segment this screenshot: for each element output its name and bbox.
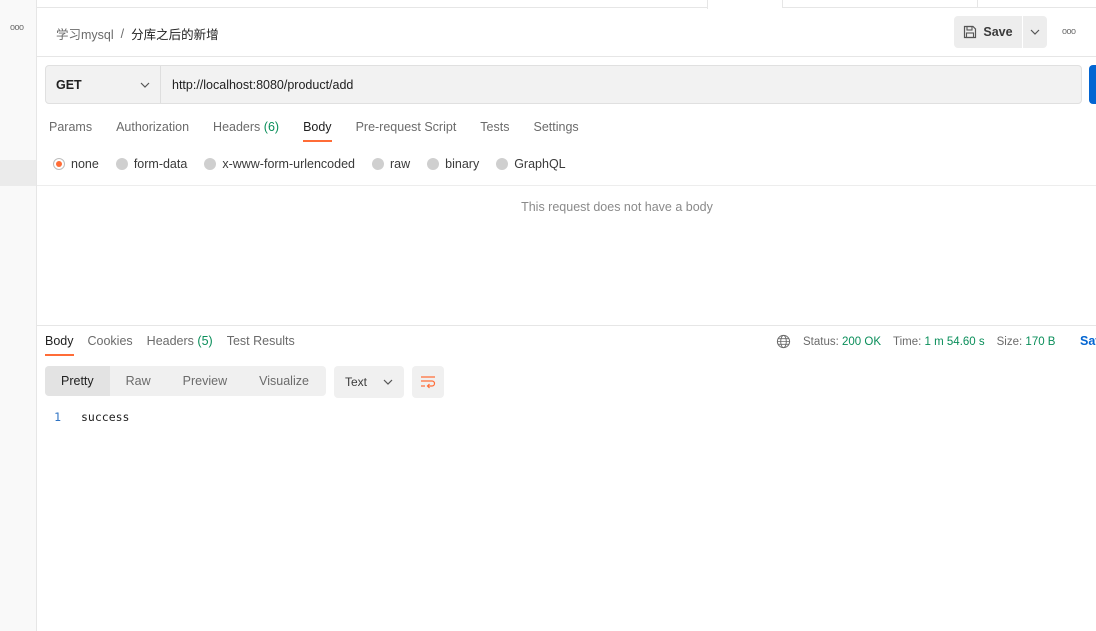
request-tab[interactable] bbox=[782, 0, 977, 8]
radio-icon bbox=[204, 158, 217, 170]
method-label: GET bbox=[56, 77, 82, 92]
save-options-button[interactable] bbox=[1023, 16, 1047, 48]
wrap-lines-icon bbox=[421, 376, 436, 389]
response-tab-cookies[interactable]: Cookies bbox=[88, 334, 133, 356]
radio-icon bbox=[427, 158, 440, 170]
size-readout[interactable]: Size: 170 B bbox=[997, 336, 1056, 348]
more-options-icon[interactable]: ooo bbox=[1062, 26, 1076, 36]
request-tab[interactable] bbox=[977, 0, 1096, 8]
tab-authorization[interactable]: Authorization bbox=[116, 120, 189, 142]
method-select[interactable]: GET bbox=[46, 66, 161, 103]
tab-tests[interactable]: Tests bbox=[480, 120, 509, 142]
radio-form-data[interactable]: form-data bbox=[115, 157, 187, 171]
view-pretty[interactable]: Pretty bbox=[45, 366, 110, 396]
radio-checked-icon bbox=[53, 158, 65, 170]
radio-binary[interactable]: binary bbox=[427, 157, 479, 171]
response-code-line: 1 success bbox=[45, 410, 129, 424]
request-tabs: Params Authorization Headers (6) Body Pr… bbox=[49, 120, 603, 142]
response-meta: Status: 200 OK Time: 1 m 54.60 s Size: 1… bbox=[776, 334, 1067, 349]
chevron-down-icon bbox=[383, 379, 393, 385]
save-button[interactable]: Save bbox=[954, 16, 1022, 48]
breadcrumb-collection[interactable]: 学习mysql bbox=[56, 24, 114, 43]
headers-count: (6) bbox=[263, 120, 280, 134]
radio-graphql[interactable]: GraphQL bbox=[496, 157, 566, 171]
save-icon bbox=[964, 25, 977, 39]
no-body-message-row: This request does not have a body bbox=[37, 200, 1096, 214]
tab-settings[interactable]: Settings bbox=[533, 120, 578, 142]
tab-body[interactable]: Body bbox=[303, 120, 332, 142]
no-body-message: This request does not have a body bbox=[521, 200, 713, 214]
radio-icon bbox=[496, 158, 509, 170]
chevron-down-icon bbox=[140, 82, 150, 88]
radio-icon bbox=[372, 158, 384, 170]
breadcrumb-separator: / bbox=[120, 26, 125, 41]
body-divider bbox=[37, 185, 1096, 186]
url-bar: GET http://localhost:8080/product/add bbox=[45, 65, 1082, 104]
tab-pre-request-script[interactable]: Pre-request Script bbox=[356, 120, 457, 142]
breadcrumb-request-name[interactable]: 分库之后的新增 bbox=[131, 24, 219, 43]
format-label: Text bbox=[345, 375, 368, 389]
response-tab-body[interactable]: Body bbox=[45, 334, 74, 356]
postman-window: ooo 学习mysql / 分库之后的新增 Save ooo GET http:… bbox=[0, 0, 1096, 631]
send-button[interactable] bbox=[1089, 65, 1096, 104]
radio-none[interactable]: none bbox=[53, 157, 99, 171]
globe-icon[interactable] bbox=[776, 334, 791, 349]
tab-headers[interactable]: Headers (6) bbox=[213, 120, 279, 142]
view-visualize[interactable]: Visualize bbox=[243, 366, 325, 396]
response-view-tabs: Pretty Raw Preview Visualize bbox=[45, 366, 326, 396]
chevron-down-icon bbox=[1030, 29, 1040, 35]
save-response-button[interactable]: Sav bbox=[1080, 334, 1096, 348]
radio-raw[interactable]: raw bbox=[372, 157, 410, 171]
response-tab-test-results[interactable]: Test Results bbox=[227, 334, 295, 356]
radio-icon bbox=[115, 158, 128, 170]
response-tab-headers[interactable]: Headers (5) bbox=[147, 334, 213, 356]
breadcrumb: 学习mysql / 分库之后的新增 bbox=[56, 24, 219, 43]
url-input[interactable]: http://localhost:8080/product/add bbox=[161, 66, 1081, 103]
response-text: success bbox=[81, 410, 130, 424]
tab-params[interactable]: Params bbox=[49, 120, 92, 142]
view-raw[interactable]: Raw bbox=[110, 366, 167, 396]
wrap-lines-button[interactable] bbox=[412, 366, 444, 398]
status-readout[interactable]: Status: 200 OK bbox=[803, 336, 881, 348]
response-tabs: Body Cookies Headers (5) Test Results bbox=[45, 334, 309, 356]
body-type-radios: none form-data x-www-form-urlencoded raw… bbox=[53, 157, 583, 171]
response-headers-count: (5) bbox=[197, 334, 213, 348]
response-divider[interactable] bbox=[37, 325, 1096, 326]
request-tab-active[interactable] bbox=[707, 0, 782, 9]
radio-urlencoded[interactable]: x-www-form-urlencoded bbox=[204, 157, 355, 171]
header-divider bbox=[37, 56, 1096, 57]
save-button-label: Save bbox=[983, 25, 1013, 39]
view-preview[interactable]: Preview bbox=[167, 366, 243, 396]
time-readout[interactable]: Time: 1 m 54.60 s bbox=[893, 336, 985, 348]
line-number: 1 bbox=[54, 410, 61, 424]
request-tab-strip bbox=[37, 0, 1096, 9]
sidebar-more-icon[interactable]: ooo bbox=[10, 22, 24, 32]
left-sidebar-strip: ooo bbox=[0, 0, 37, 631]
sidebar-selected-item[interactable] bbox=[0, 160, 36, 186]
save-button-group: Save bbox=[954, 16, 1047, 48]
format-select[interactable]: Text bbox=[334, 366, 404, 398]
